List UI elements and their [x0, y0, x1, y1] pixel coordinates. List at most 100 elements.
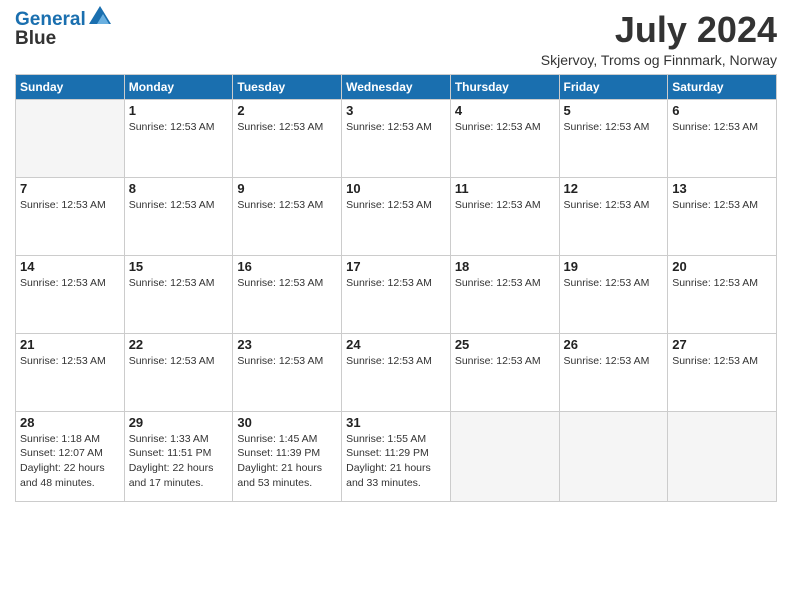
- calendar-cell: 12 Sunrise: 12:53 AM: [559, 177, 668, 255]
- day-number: 31: [346, 415, 446, 430]
- day-number: 8: [129, 181, 229, 196]
- day-number: 15: [129, 259, 229, 274]
- calendar-cell: 4Sunrise: 12:53 AM: [450, 99, 559, 177]
- col-thursday: Thursday: [450, 74, 559, 99]
- logo-blue: Blue: [15, 29, 111, 50]
- calendar-cell: 10Sunrise: 12:53 AM: [342, 177, 451, 255]
- location-title: Skjervoy, Troms og Finnmark, Norway: [541, 52, 777, 68]
- day-number: 1: [129, 103, 229, 118]
- day-number: 10: [346, 181, 446, 196]
- calendar-cell: [16, 99, 125, 177]
- month-title: July 2024: [541, 10, 777, 50]
- day-info: Sunrise: 1:33 AM Sunset: 11:51 PM Daylig…: [129, 432, 229, 491]
- col-friday: Friday: [559, 74, 668, 99]
- calendar-cell: 24 Sunrise: 12:53 AM: [342, 333, 451, 411]
- day-info: Sunrise: 12:53 AM: [346, 120, 446, 135]
- calendar-cell: [668, 411, 777, 501]
- day-number: 21: [20, 337, 120, 352]
- calendar-cell: 27 Sunrise: 12:53 AM: [668, 333, 777, 411]
- day-info: Sunrise: 1:55 AM Sunset: 11:29 PM Daylig…: [346, 432, 446, 491]
- calendar-cell: 21 Sunrise: 12:53 AM: [16, 333, 125, 411]
- day-info: Sunrise: 12:53 AM: [564, 276, 664, 291]
- col-wednesday: Wednesday: [342, 74, 451, 99]
- calendar-cell: 17 Sunrise: 12:53 AM: [342, 255, 451, 333]
- day-info: Sunrise: 12:53 AM: [129, 354, 229, 369]
- logo-icon: [89, 6, 111, 26]
- day-info: Sunrise: 12:53 AM: [346, 354, 446, 369]
- day-number: 25: [455, 337, 555, 352]
- calendar-cell: 29 Sunrise: 1:33 AM Sunset: 11:51 PM Dayl…: [124, 411, 233, 501]
- day-info: Sunrise: 12:53 AM: [455, 276, 555, 291]
- day-info: Sunrise: 12:53 AM: [237, 198, 337, 213]
- day-info: Sunrise: 12:53 AM: [129, 276, 229, 291]
- day-number: 19: [564, 259, 664, 274]
- day-info: Sunrise: 12:53 AM: [564, 198, 664, 213]
- day-number: 3: [346, 103, 446, 118]
- calendar-cell: 18 Sunrise: 12:53 AM: [450, 255, 559, 333]
- calendar-cell: 20 Sunrise: 12:53 AM: [668, 255, 777, 333]
- calendar-cell: 19 Sunrise: 12:53 AM: [559, 255, 668, 333]
- day-number: 14: [20, 259, 120, 274]
- calendar-table: Sunday Monday Tuesday Wednesday Thursday…: [15, 74, 777, 502]
- col-sunday: Sunday: [16, 74, 125, 99]
- calendar-cell: 7 Sunrise: 12:53 AM: [16, 177, 125, 255]
- day-info: Sunrise: 12:53 AM: [237, 276, 337, 291]
- calendar-header-row: Sunday Monday Tuesday Wednesday Thursday…: [16, 74, 777, 99]
- day-number: 22: [129, 337, 229, 352]
- col-saturday: Saturday: [668, 74, 777, 99]
- col-monday: Monday: [124, 74, 233, 99]
- col-tuesday: Tuesday: [233, 74, 342, 99]
- day-number: 24: [346, 337, 446, 352]
- calendar-cell: [450, 411, 559, 501]
- day-info: Sunrise: 12:53 AM: [672, 276, 772, 291]
- calendar-cell: 5 Sunrise: 12:53 AM: [559, 99, 668, 177]
- calendar-cell: 31 Sunrise: 1:55 AM Sunset: 11:29 PM Dayl…: [342, 411, 451, 501]
- day-info: Sunrise: 12:53 AM: [20, 354, 120, 369]
- calendar-cell: 3 Sunrise: 12:53 AM: [342, 99, 451, 177]
- calendar-cell: 2Sunrise: 12:53 AM: [233, 99, 342, 177]
- day-info: Sunrise: 12:53 AM: [129, 120, 229, 135]
- day-number: 20: [672, 259, 772, 274]
- calendar-cell: 8 Sunrise: 12:53 AM: [124, 177, 233, 255]
- calendar-cell: 13Sunrise: 12:53 AM: [668, 177, 777, 255]
- day-info: Sunrise: 12:53 AM: [672, 354, 772, 369]
- day-number: 9: [237, 181, 337, 196]
- day-info: Sunrise: 12:53 AM: [20, 198, 120, 213]
- day-info: Sunrise: 12:53 AM: [129, 198, 229, 213]
- title-block: July 2024 Skjervoy, Troms og Finnmark, N…: [541, 10, 777, 68]
- day-number: 5: [564, 103, 664, 118]
- calendar-cell: 30Sunrise: 1:45 AM Sunset: 11:39 PM Dayl…: [233, 411, 342, 501]
- calendar-cell: 1 Sunrise: 12:53 AM: [124, 99, 233, 177]
- day-info: Sunrise: 12:53 AM: [455, 120, 555, 135]
- day-number: 6: [672, 103, 772, 118]
- day-info: Sunrise: 12:53 AM: [237, 354, 337, 369]
- calendar-cell: 22 Sunrise: 12:53 AM: [124, 333, 233, 411]
- day-number: 27: [672, 337, 772, 352]
- day-number: 28: [20, 415, 120, 430]
- calendar-cell: 15 Sunrise: 12:53 AM: [124, 255, 233, 333]
- day-info: Sunrise: 12:53 AM: [455, 354, 555, 369]
- day-number: 29: [129, 415, 229, 430]
- day-number: 13: [672, 181, 772, 196]
- day-number: 11: [455, 181, 555, 196]
- calendar-cell: 9 Sunrise: 12:53 AM: [233, 177, 342, 255]
- day-info: Sunrise: 12:53 AM: [346, 276, 446, 291]
- day-number: 16: [237, 259, 337, 274]
- day-info: Sunrise: 12:53 AM: [237, 120, 337, 135]
- page: General Blue July 2024 Skjervoy, Troms o…: [0, 0, 792, 612]
- logo: General Blue: [15, 10, 111, 50]
- day-number: 18: [455, 259, 555, 274]
- day-number: 7: [20, 181, 120, 196]
- day-number: 17: [346, 259, 446, 274]
- day-info: Sunrise: 12:53 AM: [564, 354, 664, 369]
- day-info: Sunrise: 12:53 AM: [20, 276, 120, 291]
- calendar-cell: 16 Sunrise: 12:53 AM: [233, 255, 342, 333]
- day-info: Sunrise: 12:53 AM: [564, 120, 664, 135]
- calendar-cell: 23 Sunrise: 12:53 AM: [233, 333, 342, 411]
- day-number: 23: [237, 337, 337, 352]
- calendar-cell: 14 Sunrise: 12:53 AM: [16, 255, 125, 333]
- calendar-cell: 11Sunrise: 12:53 AM: [450, 177, 559, 255]
- calendar-cell: 28Sunrise: 1:18 AM Sunset: 12:07 AM Dayl…: [16, 411, 125, 501]
- day-number: 12: [564, 181, 664, 196]
- calendar-cell: 26Sunrise: 12:53 AM: [559, 333, 668, 411]
